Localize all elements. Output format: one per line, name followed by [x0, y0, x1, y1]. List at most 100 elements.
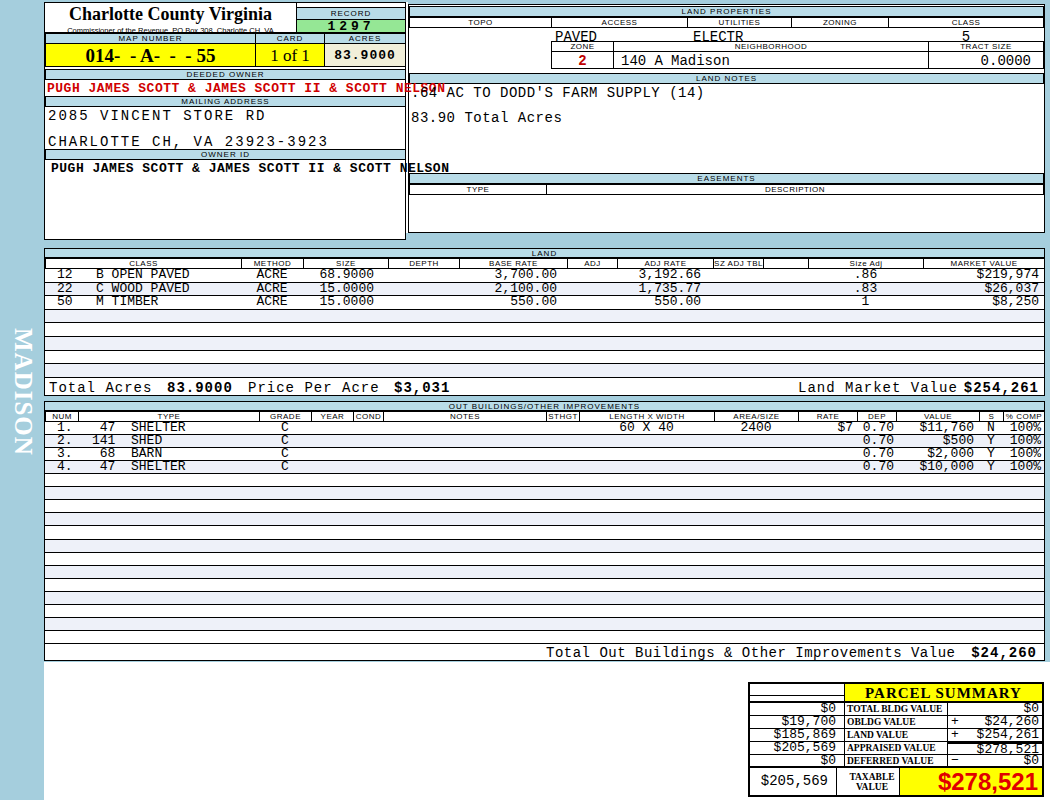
parcel-summary-title: PARCEL SUMMARY — [845, 684, 1042, 703]
summary-label: OBLDG VALUE — [845, 716, 947, 729]
area_size-cell — [714, 435, 798, 447]
rate-cell: $7 — [798, 422, 857, 434]
district-watermark: MADISON — [9, 328, 37, 508]
depth-cell — [388, 269, 459, 282]
summary-label: DEFERRED VALUE — [845, 755, 947, 768]
sz_adj_tbl-cell — [713, 296, 763, 309]
cond-cell — [353, 422, 383, 434]
table-row: 2.141 SHEDC0.70$500Y100% — [45, 435, 1044, 448]
taxable-label: TAXABLE VALUE — [845, 768, 899, 795]
total-acres-label: Total Acres — [49, 380, 152, 396]
length_width-cell: 60 X 40 — [579, 422, 714, 434]
acres-value: 83.9000 — [324, 43, 406, 67]
deeded-owner-value: PUGH JAMES SCOTT & JAMES SCOTT II & SCOT… — [47, 81, 445, 95]
table-row — [45, 364, 1044, 378]
notes-cell — [383, 461, 546, 473]
land-note-2: 83.90 Total Acres — [411, 110, 562, 126]
year-cell — [311, 448, 353, 460]
land-properties-panel: LAND PROPERTIES TOPO ACCESS UTILITIES ZO… — [408, 4, 1045, 233]
out-buildings-total-value: $24,260 — [924, 645, 1037, 661]
summary-value: $0− — [947, 755, 1042, 768]
record-value: 1297 — [296, 19, 406, 33]
taxable-value-cell: $278,521 — [899, 768, 1042, 795]
blank-cell — [763, 283, 808, 296]
sz_adj_tbl-cell — [713, 283, 763, 296]
table-row: 4. 47 SHELTERC0.70$10,000Y100% — [45, 461, 1044, 474]
land-note-1: .64 AC TO DODD'S FARM SUPPLY (14) — [411, 85, 705, 101]
notes-cell — [383, 422, 546, 434]
s-cell: Y — [979, 461, 1003, 473]
easement-description-header: DESCRIPTION — [546, 184, 1044, 195]
length_width-cell — [579, 448, 714, 460]
notes-cell — [383, 435, 546, 447]
cond-cell — [353, 435, 383, 447]
column-header: NOTES — [383, 411, 547, 422]
class-cell: 12 B OPEN PAVED — [45, 269, 241, 282]
sz_adj_tbl-cell — [713, 269, 763, 282]
neighborhood-name: Madison — [671, 53, 730, 69]
adj_rate-cell: 550.00 — [617, 296, 713, 309]
owner-id-label: OWNER ID — [45, 149, 406, 160]
access-header: ACCESS — [551, 17, 688, 28]
mailing-address-label: MAILING ADDRESS — [45, 96, 406, 107]
sthgt-cell — [546, 461, 579, 473]
table-row: 3. 68 BARNC0.70$2,000Y100% — [45, 448, 1044, 461]
pct_comp-cell: 100% — [1003, 461, 1044, 473]
table-row — [45, 513, 1044, 526]
adj_rate-cell: 3,192.66 — [617, 269, 713, 282]
table-row: 1. 47 SHELTERC60 X 402400$70.70$11,760N1… — [45, 422, 1044, 435]
county-title-box: Charlotte County Virginia Commissioner o… — [45, 3, 297, 33]
owner-id-value: PUGH JAMES SCOTT & JAMES SCOTT II & SCOT… — [51, 161, 449, 175]
column-header: DEPTH — [388, 258, 460, 269]
neighborhood-code: 140 A — [621, 53, 663, 69]
out-buildings-title: OUT BUILDINGS/OTHER IMPROVEMENTS — [44, 401, 1045, 411]
utilities-header: UTILITIES — [687, 17, 792, 28]
land-total-row: Total Acres 83.9000 Price Per Acre $3,03… — [45, 378, 1044, 395]
length_width-cell — [579, 461, 714, 473]
column-header: COND — [353, 411, 384, 422]
size-cell: 68.9000 — [303, 269, 388, 282]
table-row — [45, 487, 1044, 500]
out-buildings-total-label: Total Out Buildings & Other Improvements… — [546, 645, 955, 661]
total-acres-value: 83.9000 — [167, 380, 233, 396]
land-market-value: $254,261 — [924, 380, 1039, 396]
map-number-value: 014- - A- - - 55 — [45, 43, 256, 67]
column-header: STHGT — [546, 411, 580, 422]
summary-prior-value: $0 — [750, 755, 845, 768]
out-buildings-total-row: Total Out Buildings & Other Improvements… — [45, 644, 1044, 660]
column-header: ADJ — [567, 258, 618, 269]
table-row — [45, 618, 1044, 631]
area_size-cell — [714, 461, 798, 473]
table-row — [45, 592, 1044, 605]
table-row — [45, 474, 1044, 487]
table-row — [45, 351, 1044, 365]
summary-blank-1 — [750, 684, 845, 696]
sthgt-cell — [546, 448, 579, 460]
table-row — [45, 566, 1044, 579]
owner-panel: Charlotte County Virginia Commissioner o… — [44, 2, 406, 240]
adj-cell — [567, 296, 617, 309]
table-row — [45, 540, 1044, 553]
table-row — [45, 605, 1044, 618]
column-header: YEAR — [311, 411, 354, 422]
method-cell: ACRE — [241, 296, 303, 309]
zone-divider — [613, 51, 614, 69]
depth-cell — [388, 283, 459, 296]
rate-cell — [798, 461, 857, 473]
land-notes-title: LAND NOTES — [409, 73, 1044, 84]
rate-cell — [798, 448, 857, 460]
table-row — [45, 500, 1044, 513]
table-row: 50 M TIMBERACRE15.0000550.00550.001$8,25… — [45, 296, 1044, 310]
taxable-prior: $205,569 — [750, 768, 837, 795]
price-per-acre-value: $3,031 — [394, 380, 450, 396]
market_value-cell: $8,250 — [923, 296, 1044, 309]
size_adj-cell: 1 — [808, 296, 923, 309]
deeded-owner-label: DEEDED OWNER — [45, 69, 406, 80]
summary-label: APPRAISED VALUE — [845, 742, 947, 755]
table-row — [45, 323, 1044, 337]
cond-cell — [353, 461, 383, 473]
size-cell: 15.0000 — [303, 296, 388, 309]
num-cell: 4. — [45, 461, 78, 473]
summary-label: LAND VALUE — [845, 729, 947, 742]
tract-size-value: 0.0000 — [928, 53, 1031, 69]
